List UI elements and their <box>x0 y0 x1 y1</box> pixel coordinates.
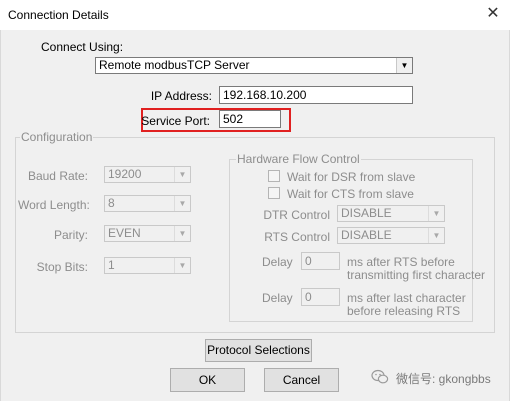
protocol-selections-button[interactable]: Protocol Selections <box>205 339 312 362</box>
word-length-select[interactable]: 8 ▼ <box>104 195 191 212</box>
word-length-label: Word Length: <box>18 198 90 212</box>
chevron-down-icon[interactable]: ▼ <box>174 226 190 241</box>
watermark-text: 微信号: gkongbbs <box>396 372 491 386</box>
word-length-value: 8 <box>108 196 115 210</box>
ok-button[interactable]: OK <box>170 368 245 392</box>
dsr-label: Wait for DSR from slave <box>287 170 416 184</box>
chevron-down-icon[interactable]: ▼ <box>174 258 190 273</box>
delay2-desc-line2: before releasing RTS <box>347 304 461 318</box>
delay2-input[interactable]: 0 <box>301 288 340 306</box>
stop-bits-select[interactable]: 1 ▼ <box>104 257 191 274</box>
chevron-down-icon[interactable]: ▼ <box>174 167 190 182</box>
configuration-group-title: Configuration <box>20 130 94 144</box>
ip-address-input[interactable]: 192.168.10.200 <box>219 86 413 104</box>
parity-value: EVEN <box>108 226 141 240</box>
connect-using-select[interactable]: Remote modbusTCP Server ▼ <box>95 57 413 74</box>
rts-control-select[interactable]: DISABLE ▼ <box>337 227 445 244</box>
parity-label: Parity: <box>53 228 88 242</box>
flow-control-group-title: Hardware Flow Control <box>236 152 361 166</box>
ip-address-label: IP Address: <box>150 89 212 103</box>
rts-control-label: RTS Control <box>264 230 330 244</box>
baud-rate-value: 19200 <box>108 167 142 181</box>
baud-rate-select[interactable]: 19200 ▼ <box>104 166 191 183</box>
dtr-control-label: DTR Control <box>263 208 330 222</box>
baud-rate-label: Baud Rate: <box>27 169 88 183</box>
delay2-label: Delay <box>262 291 293 305</box>
delay1-label: Delay <box>262 255 293 269</box>
dtr-control-select[interactable]: DISABLE ▼ <box>337 205 445 222</box>
window-border-left <box>0 30 1 401</box>
chevron-down-icon[interactable]: ▼ <box>428 206 444 221</box>
dtr-control-value: DISABLE <box>341 206 392 220</box>
delay1-desc-line1: ms after RTS before <box>347 255 455 269</box>
rts-control-value: DISABLE <box>341 228 392 242</box>
cancel-button[interactable]: Cancel <box>264 368 339 392</box>
delay1-desc-line2: transmitting first character <box>347 268 486 282</box>
window-title: Connection Details <box>8 8 109 22</box>
close-icon[interactable]: ✕ <box>484 5 502 23</box>
dsr-checkbox[interactable] <box>268 170 280 182</box>
stop-bits-value: 1 <box>108 258 115 272</box>
service-port-label: Service Port: <box>141 114 210 128</box>
connect-using-value: Remote modbusTCP Server <box>99 58 250 72</box>
parity-select[interactable]: EVEN ▼ <box>104 225 191 242</box>
cts-checkbox[interactable] <box>268 187 280 199</box>
delay1-input[interactable]: 0 <box>301 252 340 270</box>
connect-using-label: Connect Using: <box>41 40 124 54</box>
wechat-icon <box>371 369 389 385</box>
chevron-down-icon[interactable]: ▼ <box>174 196 190 211</box>
stop-bits-label: Stop Bits: <box>36 260 88 274</box>
delay2-desc-line1: ms after last character <box>347 291 466 305</box>
service-port-input[interactable]: 502 <box>219 110 281 128</box>
cts-label: Wait for CTS from slave <box>287 187 414 201</box>
chevron-down-icon[interactable]: ▼ <box>428 228 444 243</box>
chevron-down-icon[interactable]: ▼ <box>396 58 412 73</box>
